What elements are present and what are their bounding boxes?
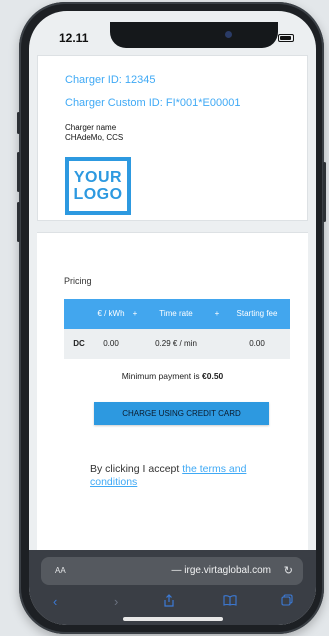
charge-credit-card-button[interactable]: CHARGE USING CREDIT CARD <box>94 402 269 425</box>
charger-name-label: Charger name <box>65 123 117 132</box>
pricing-table-header: € / kWh + Time rate + Starting fee <box>64 299 290 329</box>
share-icon[interactable] <box>164 594 174 610</box>
min-payment-text: Minimum payment is <box>121 371 203 381</box>
browser-nav: ‹ › <box>29 591 316 613</box>
home-indicator <box>123 617 223 621</box>
power-button <box>323 162 326 222</box>
text-size-button[interactable]: AA <box>55 566 66 575</box>
pricing-card: Pricing € / kWh + Time rate + Starting f… <box>37 232 308 550</box>
bookmarks-icon[interactable] <box>223 594 237 609</box>
battery-icon <box>278 34 294 42</box>
pricing-label: Pricing <box>64 276 92 286</box>
url-text[interactable]: — irge.virtaglobal.com <box>172 565 271 576</box>
forward-icon[interactable]: › <box>114 594 118 609</box>
terms-text: By clicking I accept the terms and condi… <box>90 463 280 489</box>
camera-icon <box>225 31 232 38</box>
charger-custom-id: Charger Custom ID: FI*001*E00001 <box>65 97 241 109</box>
row-type: DC <box>73 339 85 348</box>
header-starting-fee: Starting fee <box>236 309 278 318</box>
browser-toolbar: AA — irge.virtaglobal.com ↻ ‹ › <box>29 550 316 625</box>
charger-info-card: Charger ID: 12345 Charger Custom ID: FI*… <box>37 55 308 221</box>
header-plus-1: + <box>132 309 138 318</box>
charger-id: Charger ID: 12345 <box>65 74 156 86</box>
volume-up-button <box>17 152 20 192</box>
minimum-payment: Minimum payment is €0.50 <box>37 371 308 381</box>
logo-line-2: LOGO <box>73 186 123 203</box>
back-icon[interactable]: ‹ <box>53 594 57 609</box>
mute-switch <box>17 112 20 134</box>
terms-prefix: By clicking I accept <box>90 463 183 475</box>
row-time-rate: 0.29 € / min <box>155 339 197 348</box>
row-starting-fee: 0.00 <box>249 339 265 348</box>
header-energy: € / kWh <box>97 309 125 318</box>
header-plus-2: + <box>214 309 220 318</box>
status-time: 12.11 <box>59 31 89 45</box>
logo-line-1: YOUR <box>73 169 123 186</box>
url-bar[interactable]: AA — irge.virtaglobal.com ↻ <box>41 557 303 585</box>
min-payment-value: €0.50 <box>202 371 224 381</box>
pricing-table: € / kWh + Time rate + Starting fee DC 0.… <box>64 299 290 359</box>
charger-name-value: CHAdeMo, CCS <box>65 133 124 142</box>
row-energy: 0.00 <box>103 339 119 348</box>
header-time-rate: Time rate <box>159 309 193 318</box>
company-logo: YOUR LOGO <box>65 157 131 215</box>
phone-screen: 12.11 Charger ID: 12345 Charger Custom I… <box>29 11 316 625</box>
volume-down-button <box>17 202 20 242</box>
tabs-icon[interactable] <box>281 594 293 609</box>
notch <box>110 22 278 48</box>
table-row: DC 0.00 0.29 € / min 0.00 <box>64 329 290 359</box>
reload-icon[interactable]: ↻ <box>284 564 293 577</box>
